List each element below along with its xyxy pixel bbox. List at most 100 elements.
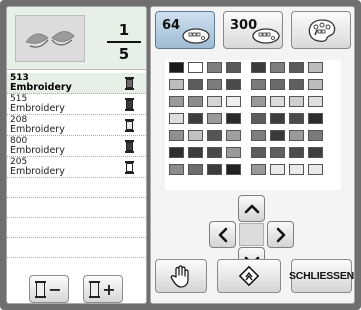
- spool-icon: [125, 98, 134, 111]
- color-swatch[interactable]: [188, 130, 203, 141]
- move-up-button[interactable]: [238, 195, 265, 222]
- move-right-button[interactable]: [267, 221, 294, 248]
- color-swatch[interactable]: [308, 130, 323, 141]
- color-swatch[interactable]: [251, 96, 266, 107]
- add-color-label: +: [102, 279, 116, 299]
- color-swatch[interactable]: [289, 62, 304, 73]
- color-swatch[interactable]: [226, 113, 241, 124]
- spool-icon: [35, 280, 47, 298]
- color-swatch[interactable]: [270, 96, 285, 107]
- color-swatch[interactable]: [270, 79, 285, 90]
- color-swatch[interactable]: [226, 130, 241, 141]
- color-swatch[interactable]: [169, 147, 184, 158]
- color-swatch[interactable]: [289, 164, 304, 175]
- color-swatch[interactable]: [207, 113, 222, 124]
- color-swatch[interactable]: [270, 130, 285, 141]
- tab-300-colors[interactable]: 300: [223, 11, 283, 49]
- close-button-label: SCHLIESSEN: [288, 270, 355, 282]
- tab-custom-palette[interactable]: [291, 11, 351, 49]
- close-button[interactable]: SCHLIESSEN: [288, 259, 355, 293]
- chevron-up-icon: [244, 204, 259, 213]
- color-swatch[interactable]: [270, 62, 285, 73]
- color-swatch[interactable]: [226, 79, 241, 90]
- color-swatch[interactable]: [251, 62, 266, 73]
- color-swatch[interactable]: [207, 130, 222, 141]
- color-swatch[interactable]: [169, 79, 184, 90]
- color-swatch[interactable]: [251, 130, 266, 141]
- color-swatch[interactable]: [169, 164, 184, 175]
- color-swatch[interactable]: [207, 96, 222, 107]
- color-swatch[interactable]: [308, 79, 323, 90]
- color-swatch[interactable]: [289, 130, 304, 141]
- thread-list: 513 Embroidery 515 Embroidery 208 Embroi…: [7, 73, 146, 258]
- thread-chart-icon: [252, 28, 280, 44]
- chevron-left-icon: [218, 227, 227, 242]
- color-swatch[interactable]: [207, 147, 222, 158]
- color-swatch[interactable]: [251, 79, 266, 90]
- empty-list-slot: [7, 178, 146, 198]
- color-swatch[interactable]: [270, 147, 285, 158]
- color-swatch[interactable]: [207, 79, 222, 90]
- tab-64-colors[interactable]: 64: [155, 11, 215, 49]
- empty-list-slot: [7, 238, 146, 258]
- empty-list-slot: [7, 218, 146, 238]
- color-swatch[interactable]: [226, 62, 241, 73]
- color-swatch[interactable]: [289, 96, 304, 107]
- color-swatch[interactable]: [289, 79, 304, 90]
- thread-list-item[interactable]: 800 Embroidery: [7, 136, 146, 157]
- fraction-divider: [107, 41, 141, 43]
- thread-brand: Embroidery: [10, 82, 72, 93]
- color-swatch[interactable]: [251, 113, 266, 124]
- embroidery-thumbnail: [15, 15, 85, 62]
- thread-brand: Embroidery: [10, 124, 65, 135]
- thread-list-item[interactable]: 513 Embroidery: [7, 73, 146, 94]
- spool-icon: [125, 140, 134, 153]
- color-swatch[interactable]: [207, 164, 222, 175]
- thread-list-item[interactable]: 205 Embroidery: [7, 157, 146, 178]
- color-swatch[interactable]: [226, 164, 241, 175]
- color-swatch[interactable]: [270, 113, 285, 124]
- sort-order-button[interactable]: [217, 259, 281, 293]
- color-swatch[interactable]: [289, 113, 304, 124]
- color-swatch[interactable]: [188, 62, 203, 73]
- color-swatch[interactable]: [308, 164, 323, 175]
- color-swatch[interactable]: [251, 164, 266, 175]
- remove-color-button[interactable]: −: [29, 275, 69, 303]
- color-swatch[interactable]: [169, 96, 184, 107]
- spool-icon: [125, 77, 134, 90]
- color-swatch[interactable]: [270, 164, 285, 175]
- direction-center-tile: [239, 223, 264, 246]
- thread-list-item[interactable]: 208 Embroidery: [7, 115, 146, 136]
- hand-icon: [170, 265, 189, 288]
- color-swatch[interactable]: [207, 62, 222, 73]
- color-swatch[interactable]: [188, 164, 203, 175]
- color-position-indicator: 1 5: [107, 21, 141, 63]
- add-color-button[interactable]: +: [83, 275, 123, 303]
- palette-icon: [308, 19, 336, 42]
- color-swatch[interactable]: [308, 113, 323, 124]
- color-swatch[interactable]: [188, 96, 203, 107]
- move-left-button[interactable]: [209, 221, 236, 248]
- color-swatch[interactable]: [308, 96, 323, 107]
- spool-icon: [125, 161, 134, 174]
- color-swatch[interactable]: [226, 147, 241, 158]
- color-swatch[interactable]: [226, 96, 241, 107]
- total-colors-number: 5: [118, 44, 130, 63]
- color-swatch[interactable]: [169, 113, 184, 124]
- color-swatch[interactable]: [188, 147, 203, 158]
- color-swatch[interactable]: [251, 147, 266, 158]
- thread-list-item[interactable]: 515 Embroidery: [7, 94, 146, 115]
- thread-brand: Embroidery: [10, 145, 65, 156]
- color-swatch[interactable]: [308, 147, 323, 158]
- color-palette-panel: 64 300 SCHLIESSEN: [150, 6, 355, 304]
- color-swatch[interactable]: [289, 147, 304, 158]
- color-swatch[interactable]: [169, 62, 184, 73]
- color-swatch[interactable]: [169, 130, 184, 141]
- thread-color-grid: [165, 60, 341, 190]
- current-color-number: 1: [118, 21, 130, 39]
- color-swatch[interactable]: [188, 113, 203, 124]
- color-swatch[interactable]: [188, 79, 203, 90]
- color-swatch[interactable]: [308, 62, 323, 73]
- hand-move-button[interactable]: [155, 259, 207, 293]
- leaf-motif-icon: [25, 31, 75, 48]
